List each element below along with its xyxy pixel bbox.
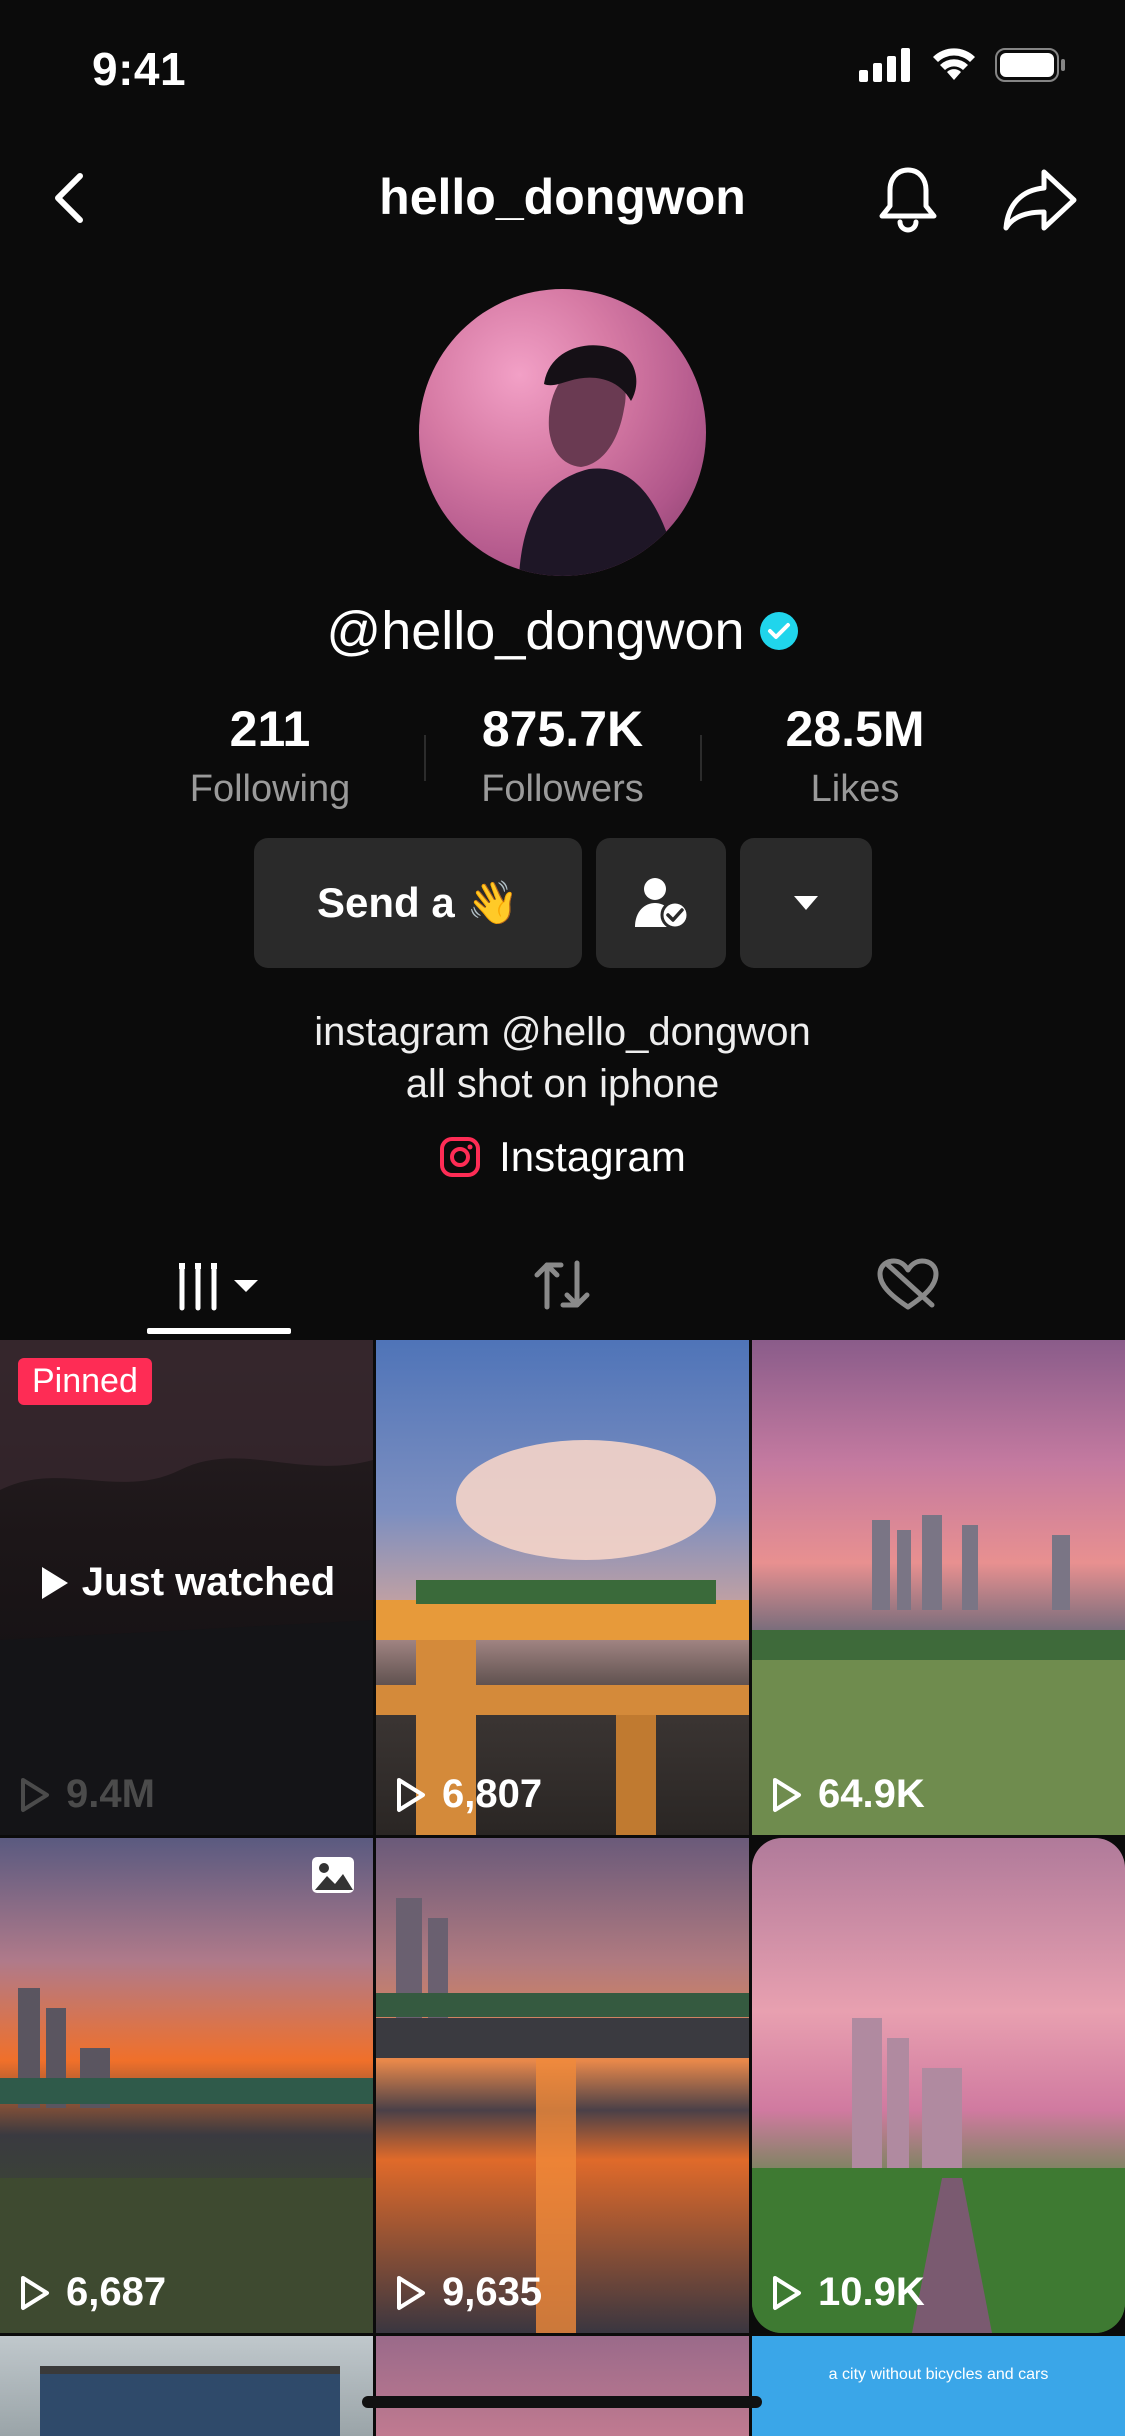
video-caption: a city without bicycles and cars: [828, 2366, 1049, 2383]
play-filled-icon: [41, 1566, 68, 1599]
bell-icon[interactable]: [870, 160, 946, 236]
wave-emoji: 👋: [466, 878, 519, 926]
tab-liked[interactable]: [858, 1240, 958, 1330]
just-watched-text: Just watched: [81, 1560, 336, 1604]
friends-button[interactable]: [596, 838, 726, 968]
status-icons: [859, 48, 1067, 82]
stat-likes[interactable]: 28.5M Likes: [725, 700, 985, 811]
video-tile[interactable]: 64.9K: [752, 1340, 1125, 1835]
stat-value: 875.7K: [481, 701, 644, 757]
user-check-icon: [635, 878, 690, 930]
view-count-value: 6,807: [442, 1772, 543, 1816]
stat-value: 28.5M: [785, 701, 925, 757]
play-outline-icon: [773, 2275, 801, 2310]
video-thumbnail: [0, 1988, 373, 2333]
share-icon[interactable]: [1000, 164, 1080, 236]
more-options-button[interactable]: [740, 838, 872, 968]
stat-divider: [700, 735, 702, 781]
just-watched-label: Just watched: [0, 1560, 373, 1605]
active-tab-indicator: [147, 1328, 291, 1334]
video-tile[interactable]: 10.9K: [752, 1838, 1125, 2333]
video-thumbnail: [752, 1515, 1125, 1835]
verified-badge-icon: [759, 612, 798, 650]
video-tile[interactable]: [0, 2336, 373, 2436]
instagram-icon: [440, 1137, 481, 1177]
stat-divider: [424, 735, 426, 781]
view-count-value: 10.9K: [818, 2270, 925, 2314]
video-tile[interactable]: Pinned Just watched 9.4M: [0, 1340, 373, 1835]
wifi-icon: [933, 48, 975, 80]
view-count-value: 6,687: [66, 2270, 167, 2314]
play-outline-icon: [21, 2275, 49, 2310]
stat-label: Following: [189, 768, 351, 810]
play-outline-icon: [21, 1777, 49, 1812]
send-wave-button[interactable]: Send a 👋: [254, 838, 582, 968]
video-tile[interactable]: 9,635: [376, 1838, 749, 2333]
play-outline-icon: [397, 2275, 425, 2310]
avatar[interactable]: [419, 289, 706, 576]
video-tile[interactable]: 6,807: [376, 1340, 749, 1835]
stat-followers[interactable]: 875.7K Followers: [433, 700, 693, 811]
profile-bio: instagram @hello_dongwon all shot on iph…: [0, 1006, 1125, 1110]
view-count: 9,635: [394, 2270, 542, 2315]
pinned-badge: Pinned: [18, 1358, 152, 1405]
status-time: 9:41: [92, 43, 187, 95]
play-outline-icon: [773, 1777, 801, 1812]
stat-label: Likes: [810, 768, 900, 810]
videos-grid-icon: [179, 1263, 258, 1311]
liked-hidden-icon: [877, 1258, 939, 1310]
repost-icon: [534, 1260, 590, 1310]
avatar-portrait: [519, 345, 679, 576]
stat-value: 211: [229, 701, 311, 757]
home-indicator: [362, 2396, 762, 2408]
battery-icon: [995, 48, 1065, 82]
video-tile[interactable]: [376, 2336, 749, 2436]
profile-handle-row: @hello_dongwon: [0, 600, 1125, 662]
view-count: 6,807: [394, 1772, 542, 1817]
instagram-link[interactable]: Instagram: [0, 1133, 1125, 1181]
view-count-value: 9,635: [442, 2270, 543, 2314]
tab-videos[interactable]: [147, 1240, 291, 1330]
bio-line: instagram @hello_dongwon: [314, 1010, 811, 1054]
view-count: 6,687: [18, 2270, 166, 2315]
view-count-value: 9.4M: [66, 1772, 155, 1816]
video-thumbnail: [376, 1898, 749, 2333]
bio-line: all shot on iphone: [405, 1062, 720, 1106]
view-count-value: 64.9K: [818, 1772, 925, 1816]
video-thumbnail: [376, 1440, 749, 1835]
photo-icon: [312, 1857, 354, 1893]
view-count: 10.9K: [770, 2270, 925, 2315]
stat-label: Followers: [481, 768, 644, 810]
send-wave-label: Send a: [316, 879, 455, 926]
view-count: 9.4M: [18, 1772, 155, 1817]
page-title: hello_dongwon: [379, 169, 746, 225]
video-tile[interactable]: a city without bicycles and cars: [752, 2336, 1125, 2436]
caret-down-icon: [794, 896, 818, 910]
stat-following[interactable]: 211 Following: [140, 700, 400, 811]
profile-stats: 211 Following 875.7K Followers 28.5M Lik…: [140, 700, 985, 811]
view-count: 64.9K: [770, 1772, 925, 1817]
video-thumbnail: [40, 2366, 340, 2436]
tab-reposts[interactable]: [512, 1240, 612, 1330]
profile-handle: @hello_dongwon: [326, 601, 745, 661]
signal-icon: [859, 48, 910, 82]
video-tile[interactable]: 6,687: [0, 1838, 373, 2333]
instagram-link-label: Instagram: [499, 1133, 686, 1180]
video-thumbnail: [752, 2018, 1125, 2333]
play-outline-icon: [397, 1777, 425, 1812]
